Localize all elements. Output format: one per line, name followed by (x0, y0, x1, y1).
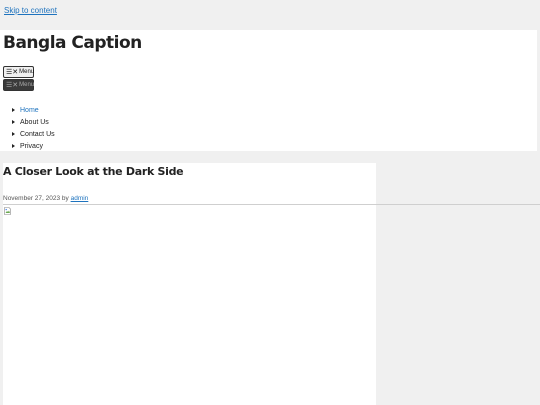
nav-item-privacy[interactable]: Privacy (12, 140, 55, 152)
post-meta: November 27, 2023 by admin (3, 195, 88, 202)
post-title[interactable]: A Closer Look at the Dark Side (3, 165, 184, 178)
nav-item-contact-us[interactable]: Contact Us (12, 128, 55, 140)
primary-navigation: Home About Us Contact Us Privacy (12, 104, 55, 152)
menu-toggle-button[interactable]: ☰✕ Menu (3, 66, 34, 78)
menu-toggle-label: Menu (19, 69, 35, 75)
site-title[interactable]: Bangla Caption (3, 33, 142, 53)
hamburger-close-icon: ☰✕ (6, 68, 19, 76)
skip-to-content-link[interactable]: Skip to content (4, 6, 57, 15)
nav-item-home[interactable]: Home (12, 104, 55, 116)
post-by: by (61, 195, 69, 202)
hamburger-close-icon: ☰✕ (6, 81, 19, 89)
nav-item-about-us[interactable]: About Us (12, 116, 55, 128)
divider (3, 204, 540, 205)
post-date: November 27, 2023 (3, 195, 61, 202)
broken-image-icon (4, 207, 11, 215)
menu-toggle-label: Menu (19, 82, 35, 88)
menu-toggle-button-dark[interactable]: ☰✕ Menu (3, 79, 34, 91)
post-author-link[interactable]: admin (71, 195, 89, 202)
